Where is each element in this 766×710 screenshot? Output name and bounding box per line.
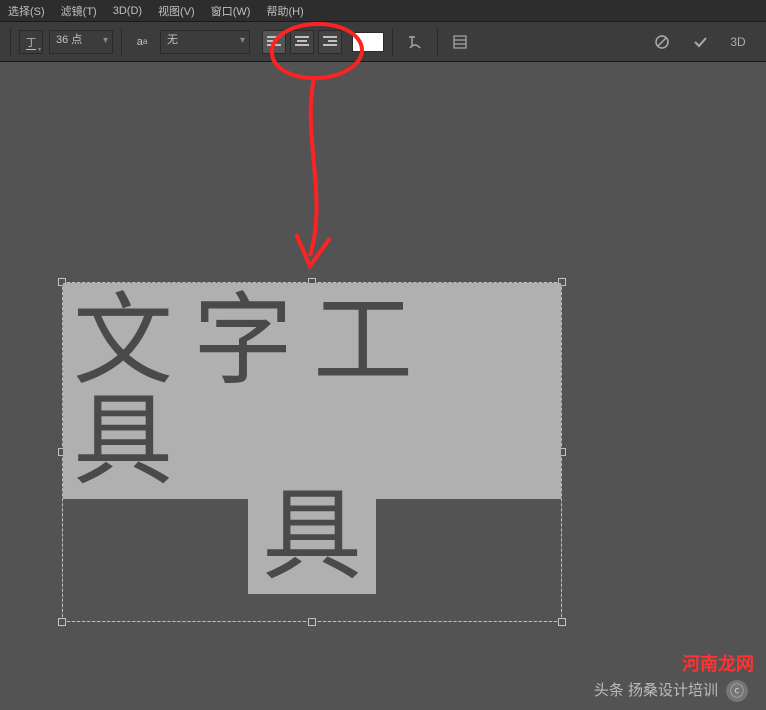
warp-text-button[interactable] — [401, 28, 429, 56]
text-content-line1[interactable]: 文字工具 — [63, 283, 561, 499]
text-bounding-box[interactable]: 文字工具 具 — [62, 282, 562, 622]
menu-select[interactable]: 选择(S) — [8, 3, 45, 19]
align-center-button[interactable] — [290, 30, 314, 54]
menu-window[interactable]: 窗口(W) — [211, 3, 251, 19]
divider — [392, 28, 393, 56]
menu-view[interactable]: 视图(V) — [158, 3, 195, 19]
canvas[interactable]: 文字工具 具 — [0, 62, 766, 710]
divider — [437, 28, 438, 56]
text-align-group — [262, 30, 342, 54]
antialias-select[interactable]: 无 — [160, 30, 250, 54]
menu-bar: 选择(S) 滤镜(T) 3D(D) 视图(V) 窗口(W) 帮助(H) — [0, 0, 766, 22]
menu-3d[interactable]: 3D(D) — [113, 5, 142, 17]
resize-handle-s[interactable] — [308, 618, 316, 626]
antialias-label-icon: aa — [130, 30, 154, 54]
menu-help[interactable]: 帮助(H) — [266, 3, 303, 19]
3d-button[interactable]: 3D — [724, 28, 752, 56]
resize-handle-se[interactable] — [558, 618, 566, 626]
text-content-line2[interactable]: 具 — [248, 478, 376, 594]
divider — [10, 28, 11, 56]
align-left-button[interactable] — [262, 30, 286, 54]
text-orientation-toggle[interactable]: 丁 ▾ — [19, 30, 43, 54]
resize-handle-sw[interactable] — [58, 618, 66, 626]
text-color-swatch[interactable] — [352, 32, 384, 52]
align-right-button[interactable] — [318, 30, 342, 54]
character-panel-button[interactable] — [446, 28, 474, 56]
commit-button[interactable] — [686, 28, 714, 56]
menu-filter[interactable]: 滤镜(T) — [61, 3, 97, 19]
cancel-button[interactable] — [648, 28, 676, 56]
font-size-select[interactable]: 36 点 — [49, 30, 113, 54]
text-options-bar: 丁 ▾ 36 点 aa 无 3D — [0, 22, 766, 62]
divider — [121, 28, 122, 56]
